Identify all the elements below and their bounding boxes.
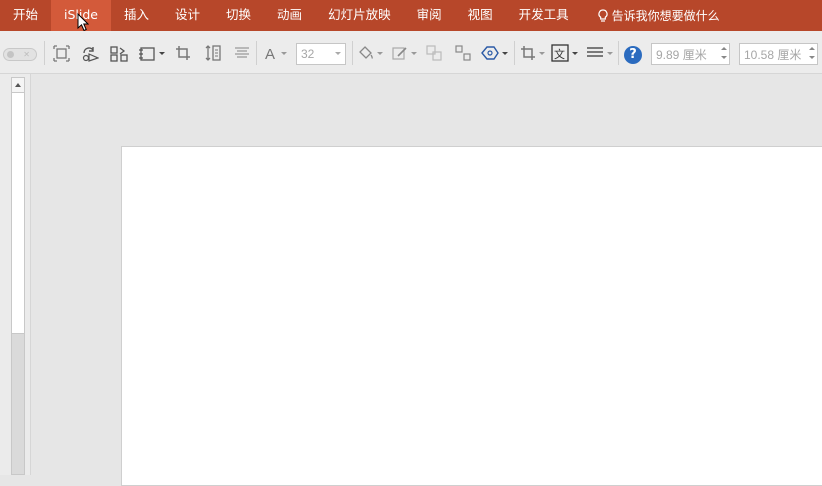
tab-home[interactable]: 开始 xyxy=(0,0,51,31)
fill-color-icon[interactable] xyxy=(358,43,383,63)
distribute-icon[interactable] xyxy=(110,43,128,63)
group-icon[interactable] xyxy=(426,43,442,63)
tab-view[interactable]: 视图 xyxy=(455,0,506,31)
font-size-value: 32 xyxy=(301,47,315,61)
thumbnail-scrollbar[interactable] xyxy=(11,77,25,475)
svg-text:A: A xyxy=(265,46,275,61)
font-color-icon[interactable]: A xyxy=(264,43,287,63)
lightbulb-icon xyxy=(598,8,608,23)
tab-transitions[interactable]: 切换 xyxy=(213,0,264,31)
layout-box-icon[interactable] xyxy=(138,43,165,63)
slide-editing-area xyxy=(31,74,822,486)
shape-edit-icon[interactable] xyxy=(481,43,508,63)
tab-developer[interactable]: 开发工具 xyxy=(506,0,582,31)
crop-icon[interactable] xyxy=(175,43,191,63)
line-style-icon[interactable] xyxy=(586,43,613,63)
tab-animations[interactable]: 动画 xyxy=(264,0,315,31)
font-size-combo[interactable]: 32 xyxy=(296,43,346,65)
slide-canvas[interactable] xyxy=(121,146,822,486)
text-spacing-icon[interactable] xyxy=(204,43,222,63)
height-spinner[interactable] xyxy=(809,46,816,62)
ungroup-icon[interactable] xyxy=(455,43,471,63)
slide-thumbnail-pane xyxy=(0,74,31,475)
scrollbar-thumb[interactable] xyxy=(12,93,24,334)
toggle-switch-icon[interactable]: ✕ xyxy=(3,48,37,61)
tab-insert[interactable]: 插入 xyxy=(111,0,162,31)
height-value: 10.58 厘米 xyxy=(744,47,802,62)
islide-toolbar: ✕ A 32 文 ? 9.89 厘米 10.58 厘米 xyxy=(0,31,822,74)
tab-review[interactable]: 审阅 xyxy=(404,0,455,31)
text-align-icon[interactable] xyxy=(234,43,250,63)
line-color-icon[interactable] xyxy=(392,43,417,63)
tab-design[interactable]: 设计 xyxy=(162,0,213,31)
tab-slideshow[interactable]: 幻灯片放映 xyxy=(315,0,404,31)
help-icon[interactable]: ? xyxy=(624,46,642,64)
width-value: 9.89 厘米 xyxy=(656,47,707,62)
tell-me-search[interactable]: 告诉我你想要做什么 xyxy=(582,7,720,24)
height-field[interactable]: 10.58 厘米 xyxy=(739,43,818,65)
svg-text:文: 文 xyxy=(554,47,565,61)
crop-tool-icon[interactable] xyxy=(520,43,545,63)
scroll-up-arrow-icon[interactable] xyxy=(12,78,24,93)
align-frame-icon[interactable] xyxy=(53,43,70,63)
ribbon-tab-bar: 开始 iSlide 插入 设计 切换 动画 幻灯片放映 审阅 视图 开发工具 告… xyxy=(0,0,822,31)
tell-me-label: 告诉我你想要做什么 xyxy=(611,9,720,23)
width-spinner[interactable] xyxy=(721,46,728,62)
width-field[interactable]: 9.89 厘米 xyxy=(651,43,730,65)
text-box-icon[interactable]: 文 xyxy=(551,43,578,63)
rotate-shape-icon[interactable] xyxy=(81,43,99,63)
